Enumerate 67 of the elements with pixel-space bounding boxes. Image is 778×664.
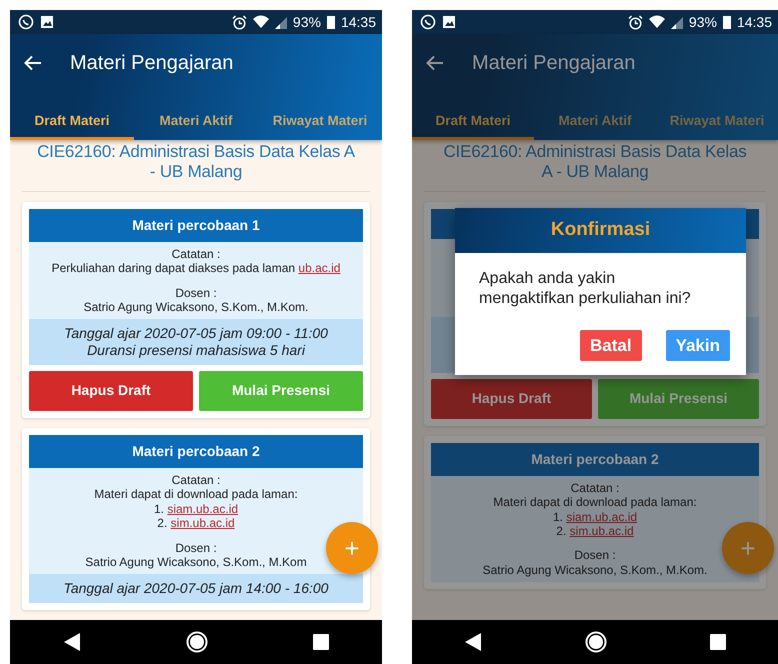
image-icon [442,15,456,29]
notes-label: Catatan : [172,472,220,488]
notes-label: Catatan : [570,480,620,496]
action-button[interactable]: Hapus Draft [431,378,592,419]
alarm-clock-icon [232,14,247,30]
action-button[interactable]: Mulai Presensi [598,378,759,419]
back-icon [464,632,482,652]
wifi-icon [252,15,269,29]
recent-apps-icon [710,634,726,650]
image-icon [40,15,54,29]
link[interactable]: sim.ub.ac.id [570,524,634,538]
card-header: Materi percobaan 1 [29,208,363,242]
dialog-button[interactable]: Yakin [666,330,730,362]
back-arrow-icon [426,55,444,71]
lecturer-name: Satrio Agung Wicaksono, S.Kom., M.Kom. [482,562,708,578]
signal-icon [274,15,287,29]
lecturer-label: Dosen : [574,548,616,563]
schedule-text: Tanggal ajar 2020-07-05 jam 14:00 - 16:00 [64,580,328,598]
battery-percentage: 93% [292,12,321,32]
lecturer-name: Satrio Agung Wicaksono, S.Kom., M.Kom [85,554,307,570]
back-icon [62,632,81,652]
tab[interactable]: Draft Materi [412,92,534,140]
course-title: CIE62160: Administrasi Basis Data Kelas A - UB Malang [22,140,370,192]
lecturer-name: Satrio Agung Wicaksono, S.Kom., M.Kom. [84,300,308,314]
signal-icon [670,15,683,29]
clock-time: 14:35 [340,12,376,32]
screen-title: Materi Pengajaran [70,51,234,76]
notes-text: Materi dapat di download pada laman: [94,487,298,502]
tab[interactable]: Riwayat Materi [258,92,382,140]
link[interactable]: siam.ub.ac.id [167,502,238,516]
dialog-message: Apakah anda yakin mengaktifkan perkuliahan ini? [479,268,692,310]
action-button[interactable]: Mulai Presensi [199,370,363,411]
tab[interactable]: Materi Aktif [134,92,258,140]
notes-text: 1. siam.ub.ac.id [154,502,238,516]
back-arrow-icon [24,55,42,71]
battery-icon [722,15,731,29]
action-button[interactable]: Hapus Draft [29,370,193,411]
tab[interactable]: Materi Aktif [534,92,656,140]
notes-text: Materi dapat di download pada laman: [493,495,697,510]
card-header: Materi percobaan 2 [29,434,363,468]
notes-text: 2. sim.ub.ac.id [157,516,235,530]
tab[interactable]: Draft Materi [10,92,134,140]
course-title: CIE62160: Administrasi Basis Data Kelas A - UB Malang [424,140,766,192]
schedule-text: Tanggal ajar 2020-07-05 jam 09:00 - 11:00 [64,325,328,342]
notes-label: Catatan : [172,246,220,262]
tab[interactable]: Riwayat Materi [656,92,778,140]
battery-icon [326,15,335,29]
alarm-clock-icon [628,14,643,30]
dialog-button[interactable]: Batal [580,330,642,362]
clock-time: 14:35 [736,12,772,32]
lecturer-label: Dosen : [175,286,217,300]
link[interactable]: siam.ub.ac.id [566,510,638,524]
notes-text: 1. siam.ub.ac.id [552,510,638,524]
wifi-icon [648,15,665,29]
battery-percentage: 93% [688,12,717,32]
recent-apps-icon [313,634,330,650]
dialog-title: Konfirmasi [455,208,746,252]
link[interactable]: sim.ub.ac.id [170,516,235,530]
notes-text: Perkuliahan daring dapat diakses pada laman ub.ac.id [52,261,340,276]
schedule-text: Duransi presensi mahasiswa 5 hari [87,342,305,359]
link[interactable]: ub.ac.id [298,261,340,276]
home-icon [186,631,208,653]
lecturer-label: Dosen : [175,540,217,555]
card-header: Materi percobaan 2 [431,442,759,476]
notes-text: 2. sim.ub.ac.id [556,524,634,538]
home-icon [584,631,607,653]
screen-title: Materi Pengajaran [472,51,636,76]
